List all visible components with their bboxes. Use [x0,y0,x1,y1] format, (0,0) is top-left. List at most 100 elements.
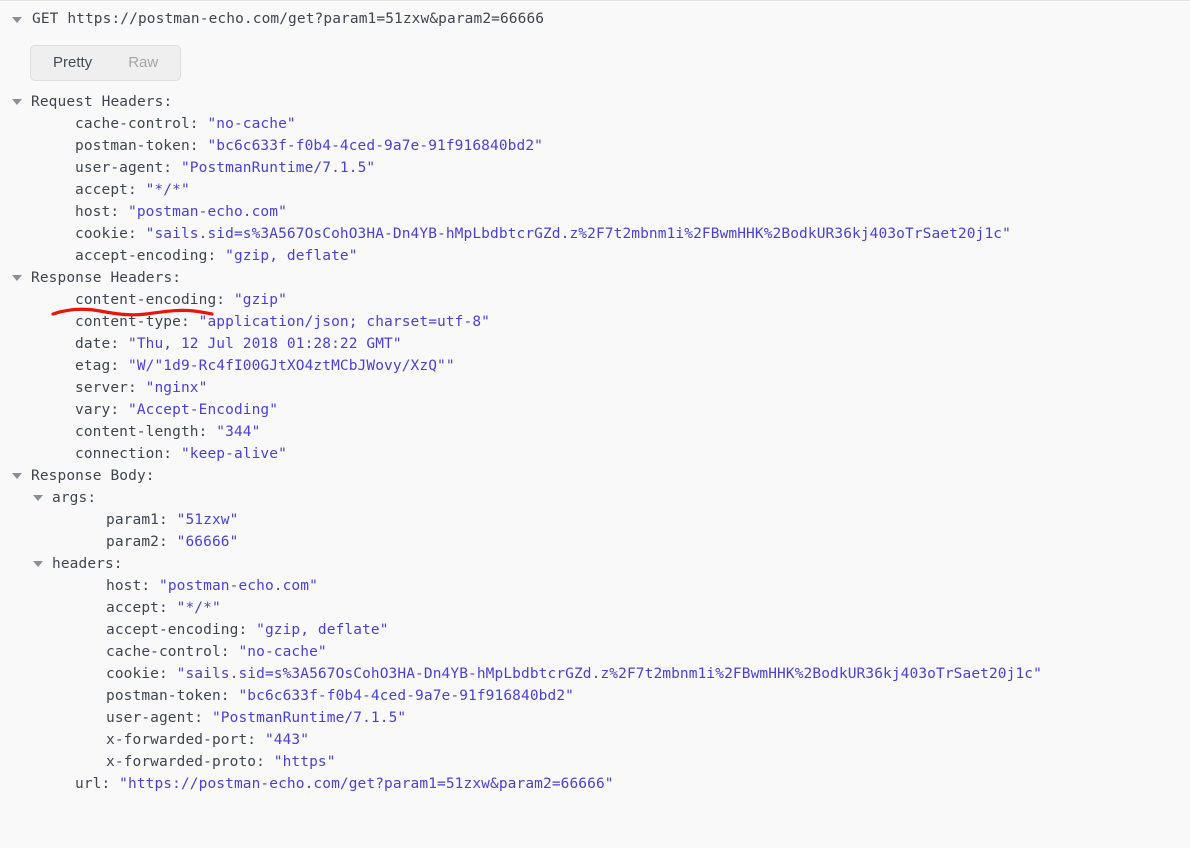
header-row: cache-control: "no-cache" [0,113,1190,135]
header-row: user-agent: "PostmanRuntime/7.1.5" [0,707,1190,729]
header-row: cookie: "sails.sid=s%3A567OsCohO3HA-Dn4Y… [0,223,1190,245]
header-value: "no-cache" [207,116,295,132]
header-row: cache-control: "no-cache" [0,641,1190,663]
args-list: param1: "51zxw" param2: "66666" [0,509,1190,553]
header-value: "344" [216,424,260,440]
header-key: host: [75,204,128,220]
arg-row: param1: "51zxw" [0,509,1190,531]
header-key: cache-control: [75,116,207,132]
header-key: date: [75,336,128,352]
section-request-headers[interactable]: Request Headers: [0,91,1190,113]
header-value: "PostmanRuntime/7.1.5" [212,710,406,726]
header-key: cookie: [106,666,177,682]
section-response-body[interactable]: Response Body: [0,465,1190,487]
header-key: x-forwarded-proto: [106,754,274,770]
header-value: "*/*" [146,182,190,198]
node-label: headers: [52,553,123,575]
header-row: cookie: "sails.sid=s%3A567OsCohO3HA-Dn4Y… [0,663,1190,685]
header-row: host: "postman-echo.com" [0,575,1190,597]
url-key: url: [75,776,119,792]
section-label: Response Headers: [31,267,181,289]
header-value: "no-cache" [238,644,326,660]
triangle-down-icon[interactable] [12,473,22,479]
header-key: cache-control: [106,644,238,660]
request-headers-list: cache-control: "no-cache" postman-token:… [0,113,1190,267]
header-key: etag: [75,358,128,374]
body-headers-list: host: "postman-echo.com" accept: "*/*" a… [0,575,1190,773]
header-key: postman-token: [106,688,238,704]
header-value: "bc6c633f-f0b4-4ced-9a7e-91f916840bd2" [238,688,574,704]
header-value: "keep-alive" [181,446,287,462]
node-args[interactable]: args: [0,487,1190,509]
header-value: "Accept-Encoding" [128,402,278,418]
node-headers[interactable]: headers: [0,553,1190,575]
header-row: postman-token: "bc6c633f-f0b4-4ced-9a7e-… [0,685,1190,707]
header-row: content-type: "application/json; charset… [0,311,1190,333]
header-row: accept-encoding: "gzip, deflate" [0,245,1190,267]
url-row: url: "https://postman-echo.com/get?param… [0,773,1190,795]
arg-value: "66666" [177,534,239,550]
tab-pretty[interactable]: Pretty [35,46,110,80]
header-key: connection: [75,446,181,462]
header-row: accept: "*/*" [0,597,1190,619]
view-mode-toggle[interactable]: Pretty Raw [30,45,181,81]
header-key: postman-token: [75,138,207,154]
header-value: "Thu, 12 Jul 2018 01:28:22 GMT" [128,336,402,352]
node-label: args: [52,487,96,509]
header-key: cookie: [75,226,146,242]
header-row: date: "Thu, 12 Jul 2018 01:28:22 GMT" [0,333,1190,355]
header-key: accept-encoding: [75,248,225,264]
header-value: "gzip, deflate" [256,622,388,638]
header-row: x-forwarded-port: "443" [0,729,1190,751]
header-key: accept-encoding: [106,622,256,638]
triangle-down-icon[interactable] [12,99,22,105]
header-key: vary: [75,402,128,418]
arg-value: "51zxw" [177,512,239,528]
header-key: accept: [106,600,177,616]
triangle-down-icon[interactable] [12,275,22,281]
request-url-row[interactable]: GET https://postman-echo.com/get?param1=… [0,1,1190,37]
header-row: connection: "keep-alive" [0,443,1190,465]
header-row: accept-encoding: "gzip, deflate" [0,619,1190,641]
triangle-down-icon[interactable] [12,17,22,23]
arg-row: param2: "66666" [0,531,1190,553]
triangle-down-icon[interactable] [33,495,43,501]
arg-key: param2: [106,534,177,550]
response-headers-list: content-encoding: "gzip" content-type: "… [0,289,1190,465]
header-value: "postman-echo.com" [128,204,287,220]
header-row: accept: "*/*" [0,179,1190,201]
section-response-headers[interactable]: Response Headers: [0,267,1190,289]
header-row: user-agent: "PostmanRuntime/7.1.5" [0,157,1190,179]
header-key: content-encoding: [75,292,234,308]
header-value: "postman-echo.com" [159,578,318,594]
header-value: "gzip, deflate" [225,248,357,264]
header-row: postman-token: "bc6c633f-f0b4-4ced-9a7e-… [0,135,1190,157]
request-method-url: GET https://postman-echo.com/get?param1=… [32,11,544,27]
header-key: user-agent: [75,160,181,176]
http-response-viewer: GET https://postman-echo.com/get?param1=… [0,1,1190,795]
header-value: "application/json; charset=utf-8" [199,314,490,330]
header-value: "nginx" [146,380,208,396]
header-value: "W/"1d9-Rc4fI00GJtXO4ztMCbJWovy/XzQ"" [128,358,455,374]
url-value: "https://postman-echo.com/get?param1=51z… [119,776,613,792]
header-value: "*/*" [177,600,221,616]
header-row: etag: "W/"1d9-Rc4fI00GJtXO4ztMCbJWovy/Xz… [0,355,1190,377]
header-key: x-forwarded-port: [106,732,265,748]
header-value: "sails.sid=s%3A567OsCohO3HA-Dn4YB-hMpLbd… [146,226,1011,242]
arg-key: param1: [106,512,177,528]
header-value: "443" [265,732,309,748]
header-row: x-forwarded-proto: "https" [0,751,1190,773]
header-value: "https" [274,754,336,770]
header-key: content-length: [75,424,216,440]
header-key: host: [106,578,159,594]
header-row: content-encoding: "gzip" [0,289,1190,311]
header-key: content-type: [75,314,199,330]
header-value: "PostmanRuntime/7.1.5" [181,160,375,176]
header-key: user-agent: [106,710,212,726]
tab-raw[interactable]: Raw [110,46,176,80]
header-row: server: "nginx" [0,377,1190,399]
header-value: "sails.sid=s%3A567OsCohO3HA-Dn4YB-hMpLbd… [177,666,1042,682]
triangle-down-icon[interactable] [33,561,43,567]
header-value: "bc6c633f-f0b4-4ced-9a7e-91f916840bd2" [207,138,543,154]
header-row: content-length: "344" [0,421,1190,443]
